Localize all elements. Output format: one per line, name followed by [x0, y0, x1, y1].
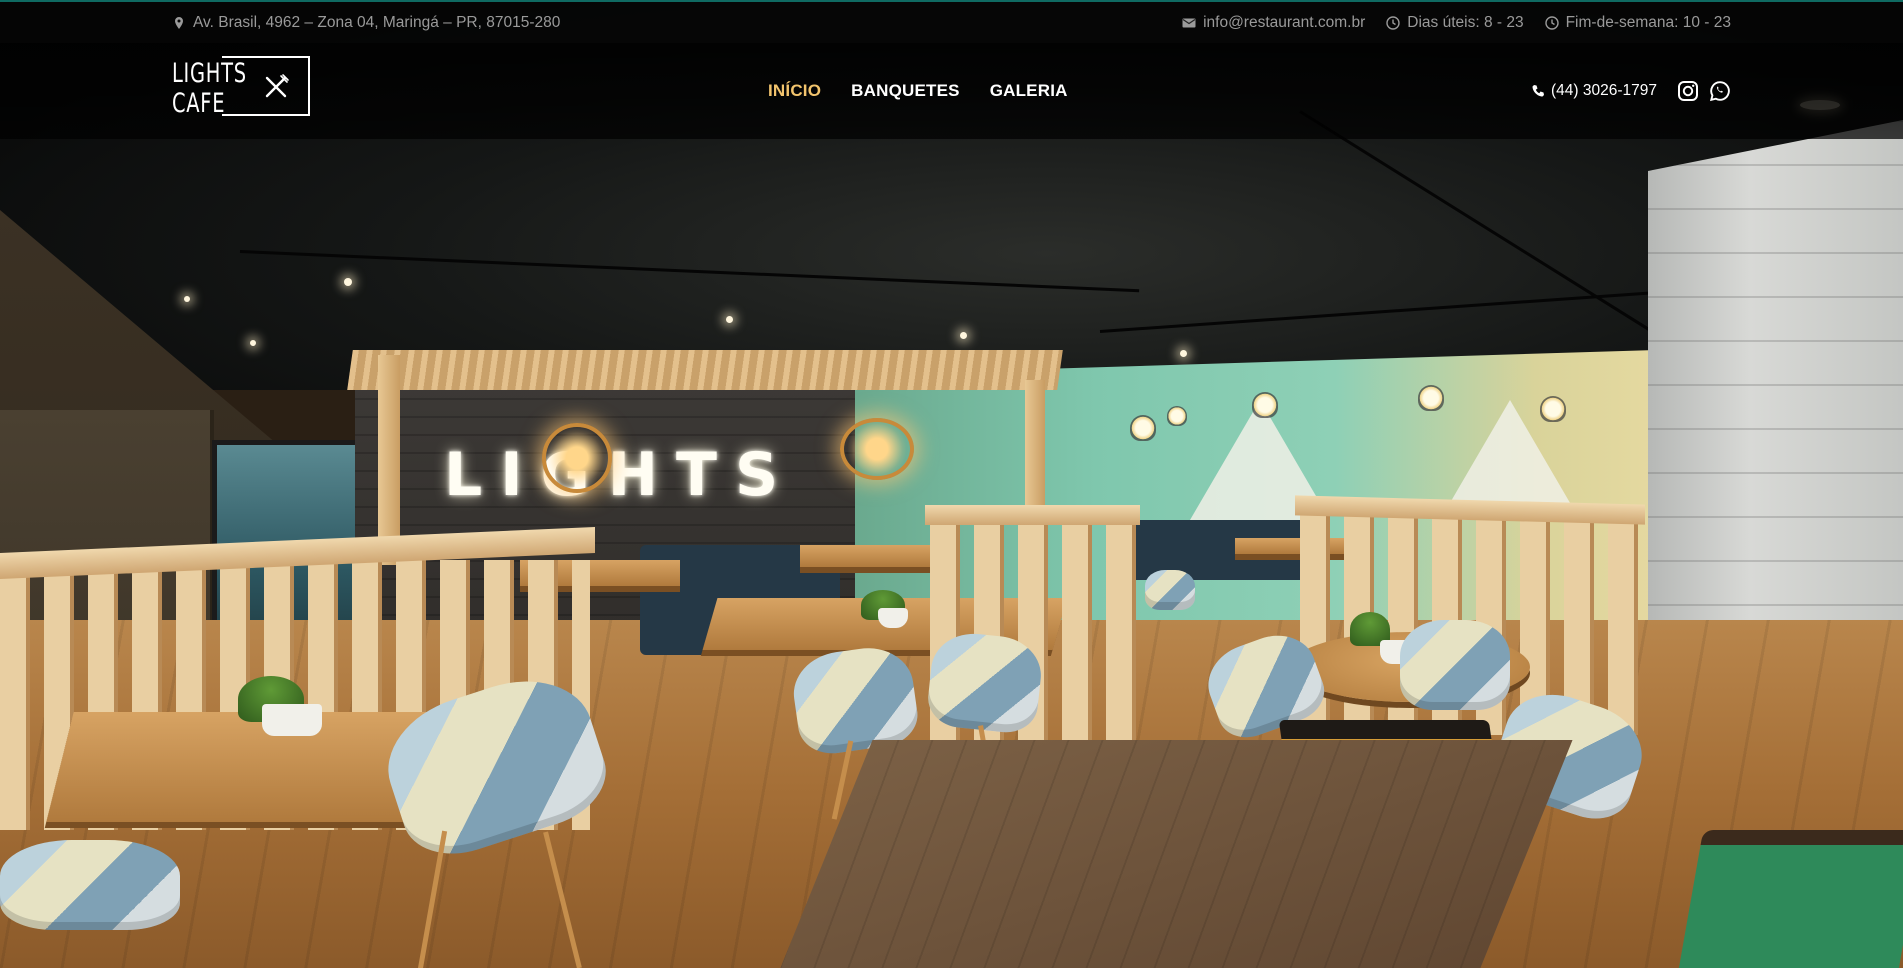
envelope-icon: [1182, 16, 1196, 30]
ceiling-spotlight: [960, 332, 967, 339]
chair: [1400, 620, 1510, 710]
clock-icon: [1544, 15, 1559, 30]
logo-wordmark: LIGHTS CAFE: [172, 58, 247, 119]
pendant-lamp: [1540, 396, 1566, 422]
logo-line-1: LIGHTS: [172, 58, 247, 89]
clock-icon: [1386, 15, 1400, 30]
pendant-lamp: [1418, 385, 1444, 411]
phone-icon: [1531, 84, 1545, 98]
main-nav: INÍCIO BANQUETES GALERIA: [768, 43, 1068, 139]
header-contact: (44) 3026-1797: [1531, 43, 1731, 139]
fence-rail: [925, 505, 1140, 525]
nav-banquetes[interactable]: BANQUETES: [851, 81, 960, 101]
email-info[interactable]: info@restaurant.com.br: [1182, 14, 1365, 32]
table: [800, 545, 940, 567]
weekend-hours: Fim-de-semana: 10 - 23: [1544, 13, 1731, 32]
chair: [0, 840, 180, 930]
green-chair: [1676, 830, 1903, 968]
email-link[interactable]: info@restaurant.com.br: [1203, 14, 1365, 32]
weekday-hours: Dias úteis: 8 - 23: [1386, 13, 1524, 32]
top-info-bar: Av. Brasil, 4962 – Zona 04, Maringá – PR…: [0, 0, 1903, 43]
ceiling-spotlight: [184, 296, 190, 302]
site-header: LIGHTS CAFE INÍCIO BANQUETES GALERIA (44…: [0, 43, 1903, 139]
foreground-table: [767, 740, 1573, 968]
chair: [1145, 570, 1195, 610]
nav-galeria[interactable]: GALERIA: [990, 81, 1068, 101]
address-info: Av. Brasil, 4962 – Zona 04, Maringá – PR…: [172, 14, 560, 32]
phone-number[interactable]: (44) 3026-1797: [1551, 82, 1657, 100]
ceiling-spotlight: [344, 278, 352, 286]
weekday-hours-text: Dias úteis: 8 - 23: [1407, 13, 1524, 31]
pendant-lamp: [1130, 415, 1156, 441]
orb-lamp: [840, 418, 914, 480]
instagram-icon[interactable]: [1677, 80, 1699, 102]
wooden-pergola: [347, 350, 1063, 390]
orb-lamp: [542, 423, 612, 493]
logo-line-2: CAFE: [172, 88, 226, 119]
weekend-hours-text: Fim-de-semana: 10 - 23: [1565, 13, 1731, 31]
ceiling-spotlight: [250, 340, 256, 346]
pendant-lamp: [1167, 406, 1187, 426]
phone-link[interactable]: (44) 3026-1797: [1531, 82, 1657, 100]
wooden-post: [378, 355, 400, 565]
hero-background-photo: LIGHTS: [0, 0, 1903, 968]
fork-knife-icon: [262, 73, 290, 101]
site-logo[interactable]: LIGHTS CAFE: [172, 56, 314, 122]
pendant-lamp: [1252, 392, 1278, 418]
whatsapp-icon[interactable]: [1709, 80, 1731, 102]
nav-inicio[interactable]: INÍCIO: [768, 81, 821, 101]
map-marker-icon: [172, 16, 186, 30]
ceiling-spotlight: [1180, 350, 1187, 357]
neon-lights-sign: LIGHTS: [444, 440, 797, 510]
ceiling-spotlight: [726, 316, 733, 323]
plant-pot: [878, 608, 908, 628]
address-text: Av. Brasil, 4962 – Zona 04, Maringá – PR…: [193, 13, 561, 31]
plant-pot: [262, 704, 322, 736]
